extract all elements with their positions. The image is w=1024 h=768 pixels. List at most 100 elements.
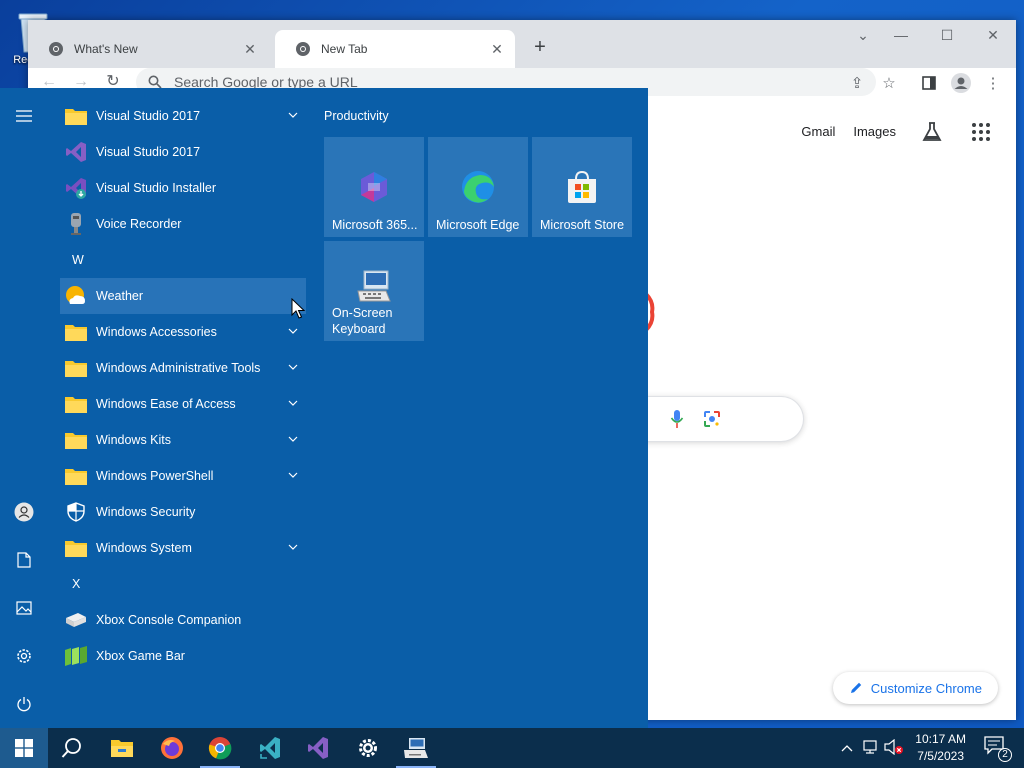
labs-flask-icon[interactable] — [920, 120, 944, 144]
settings-gear-icon — [359, 739, 377, 757]
voice-search-icon[interactable] — [670, 409, 684, 429]
customize-chrome-label: Customize Chrome — [870, 680, 982, 696]
tab-whats-new[interactable]: What's New ✕ — [28, 30, 268, 68]
side-panel-icon[interactable] — [918, 72, 940, 94]
taskbar-on-screen-keyboard[interactable] — [392, 728, 440, 768]
app-list: Visual Studio 2017 Visual Studio 2017 Vi… — [60, 98, 306, 674]
list-item-windows-system[interactable]: Windows System — [60, 530, 306, 566]
xbox-gamebar-icon — [64, 644, 88, 668]
shield-icon — [64, 500, 88, 524]
firefox-icon — [161, 737, 183, 759]
microphone-icon — [64, 212, 88, 236]
list-item-windows-ease-of-access[interactable]: Windows Ease of Access — [60, 386, 306, 422]
documents-icon[interactable] — [12, 548, 36, 572]
list-item-windows-powershell[interactable]: Windows PowerShell — [60, 458, 306, 494]
chrome-favicon-icon — [296, 42, 310, 56]
power-icon[interactable] — [12, 692, 36, 716]
hamburger-menu-icon[interactable] — [12, 104, 36, 128]
list-item-windows-security[interactable]: Windows Security — [60, 494, 306, 530]
kebab-menu-icon[interactable]: ⋮ — [982, 72, 1004, 94]
taskbar-file-explorer[interactable] — [98, 728, 146, 768]
tile-microsoft-edge[interactable]: Microsoft Edge — [428, 137, 528, 237]
taskbar-visual-studio-installer[interactable] — [246, 728, 294, 768]
clock-time: 10:17 AM — [915, 732, 966, 746]
chevron-down-icon — [288, 112, 298, 118]
taskbar-chrome[interactable] — [196, 728, 244, 768]
list-item-voice-recorder[interactable]: Voice Recorder — [60, 206, 306, 242]
taskbar-clock[interactable]: 10:17 AM 7/5/2023 — [915, 731, 966, 765]
notification-count-badge: 2 — [998, 748, 1012, 762]
show-hidden-icons-chevron-icon[interactable] — [838, 741, 856, 755]
gmail-link[interactable]: Gmail — [801, 124, 835, 139]
minimize-button[interactable]: — — [878, 20, 924, 52]
folder-icon — [64, 428, 88, 452]
tile-on-screen-keyboard[interactable]: On-Screen Keyboard — [324, 241, 424, 341]
folder-icon — [64, 356, 88, 380]
windows-logo-icon — [15, 739, 33, 757]
bookmark-star-icon[interactable]: ☆ — [878, 72, 900, 94]
visual-studio-icon — [64, 140, 88, 164]
chevron-down-icon — [288, 436, 298, 442]
list-item-xbox-game-bar[interactable]: Xbox Game Bar — [60, 638, 306, 674]
app-label: Windows Security — [96, 505, 196, 519]
letter-header-w[interactable]: W — [60, 242, 306, 278]
file-explorer-icon — [111, 740, 133, 757]
tile-label: Microsoft Store — [540, 218, 625, 232]
start-button[interactable] — [0, 728, 48, 768]
app-label: Xbox Console Companion — [96, 613, 242, 627]
weather-icon — [64, 284, 88, 308]
close-window-button[interactable]: ✕ — [970, 20, 1016, 52]
vs-installer-icon — [64, 176, 88, 200]
search-icon — [148, 75, 162, 89]
list-item-xbox-console-companion[interactable]: Xbox Console Companion — [60, 602, 306, 638]
tile-microsoft-store[interactable]: Microsoft Store — [532, 137, 632, 237]
visual-studio-icon — [308, 737, 328, 759]
list-item-windows-administrative-tools[interactable]: Windows Administrative Tools — [60, 350, 306, 386]
settings-gear-icon[interactable] — [12, 644, 36, 668]
taskbar-firefox[interactable] — [148, 728, 196, 768]
profile-avatar-icon[interactable] — [950, 72, 972, 94]
list-item-weather[interactable]: Weather — [60, 278, 306, 314]
action-center-button[interactable]: 2 — [984, 736, 1012, 762]
edge-icon — [462, 171, 494, 203]
maximize-button[interactable]: ☐ — [924, 20, 970, 52]
letter-header-x[interactable]: X — [60, 566, 306, 602]
tab-strip: What's New ✕ New Tab ✕ + ⌄ — ☐ ✕ — [28, 20, 1016, 68]
chevron-down-icon — [288, 544, 298, 550]
pictures-icon[interactable] — [12, 596, 36, 620]
app-label: Windows Kits — [96, 433, 172, 447]
tab-new-tab[interactable]: New Tab ✕ — [275, 30, 515, 68]
close-tab-icon[interactable]: ✕ — [242, 41, 258, 58]
lens-search-icon[interactable] — [702, 409, 722, 429]
search-icon — [61, 738, 81, 758]
user-account-icon[interactable] — [12, 500, 36, 524]
volume-muted-icon[interactable] — [884, 738, 904, 758]
customize-chrome-button[interactable]: Customize Chrome — [832, 672, 998, 704]
app-label: Windows PowerShell — [96, 469, 214, 483]
chevron-down-icon — [288, 328, 298, 334]
store-icon — [568, 170, 596, 203]
tab-title: New Tab — [321, 42, 368, 56]
system-tray — [838, 728, 904, 768]
new-tab-button[interactable]: + — [526, 34, 554, 62]
list-item-visual-studio-2017[interactable]: Visual Studio 2017 — [60, 134, 306, 170]
network-icon[interactable] — [860, 739, 884, 758]
images-link[interactable]: Images — [853, 124, 896, 139]
chevron-down-icon — [288, 400, 298, 406]
search-button[interactable] — [48, 728, 96, 768]
list-item-visual-studio-2017-folder[interactable]: Visual Studio 2017 — [60, 98, 306, 134]
share-icon[interactable]: ⇪ — [846, 72, 868, 94]
list-item-visual-studio-installer[interactable]: Visual Studio Installer — [60, 170, 306, 206]
tile-label: Microsoft Edge — [436, 218, 520, 232]
vs-installer-icon — [260, 737, 280, 759]
list-item-windows-kits[interactable]: Windows Kits — [60, 422, 306, 458]
taskbar-visual-studio[interactable] — [294, 728, 342, 768]
taskbar-settings[interactable] — [344, 728, 392, 768]
tile-label: On-Screen Keyboard — [332, 306, 393, 336]
list-item-windows-accessories[interactable]: Windows Accessories — [60, 314, 306, 350]
tile-group-title[interactable]: Productivity — [324, 98, 389, 134]
google-apps-grid-icon[interactable] — [971, 122, 991, 142]
folder-icon — [64, 320, 88, 344]
tile-microsoft-365[interactable]: Microsoft 365... — [324, 137, 424, 237]
close-tab-icon[interactable]: ✕ — [489, 41, 505, 58]
